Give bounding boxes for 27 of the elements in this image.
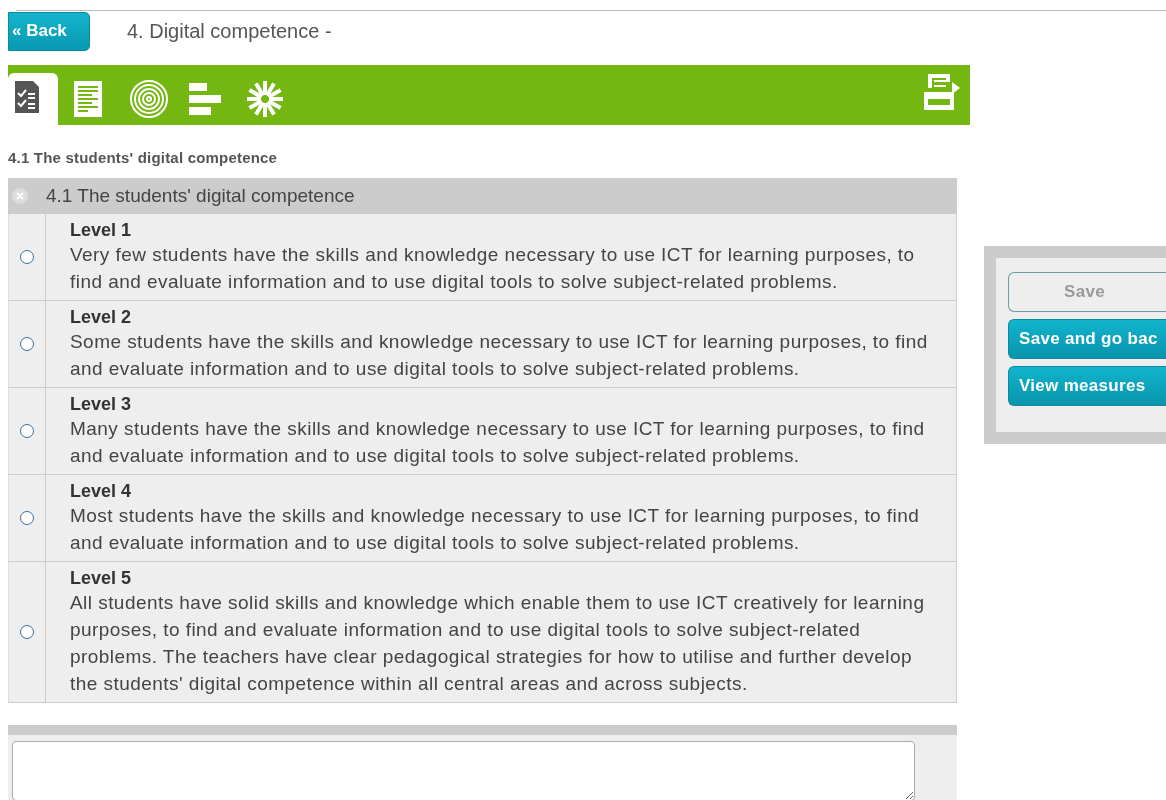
level-description: All students have solid skills and knowledge which enable them to use ICT creatively for learning purposes, to find and evaluate information and to use digital tools to solve subject-related problems. The teachers have clear pedagogical strategies for how to utilise and further develop the students' digital competence within all central areas and across subjects. [70,591,926,696]
print-icon[interactable] [922,72,962,112]
radio-button[interactable] [20,511,34,525]
back-button[interactable]: « Back [8,11,90,51]
comment-field[interactable] [12,741,915,800]
radio-button[interactable] [20,250,34,264]
page-title: 4. Digital competence - [127,19,332,43]
action-button[interactable]: Save and go bac [1008,319,1166,359]
level-label: Level 3 [70,394,133,415]
level-label: Level 1 [70,220,133,241]
criterion-header[interactable]: 4.1 The students' digital competence [8,178,957,214]
level-label: Level 5 [70,568,133,589]
action-button[interactable]: View measures [1008,366,1166,406]
target-icon [129,79,169,119]
radio-button[interactable] [20,424,34,438]
level-description: Many students have the skills and knowledge necessary to use ICT for learning purposes, to find and evaluate information and to use digital tools to solve subject-related problems. [70,417,926,468]
radio-button[interactable] [20,337,34,351]
section-heading: 4.1 The students' digital competence [8,149,279,166]
criterion-title: 4.1 The students' digital competence [46,185,355,207]
level-description: Very few students have the skills and knowledge necessary to use ICT for learning purposes, to find and evaluate information and to use digital tools to solve subject-related problems. [70,243,916,294]
level-label: Level 4 [70,481,133,502]
radio-button[interactable] [20,625,34,639]
starburst-icon [245,79,285,119]
level-label: Level 2 [70,307,133,328]
level-description: Most students have the skills and knowledge necessary to use ICT for learning purposes, to find and evaluate information and to use digital tools to solve subject-related problems. [70,504,921,555]
level-description: Some students have the skills and knowledge necessary to use ICT for learning purposes, to find and evaluate information and to use digital tools to solve subject-related problems. [70,330,929,381]
collapse-icon[interactable] [12,188,28,204]
